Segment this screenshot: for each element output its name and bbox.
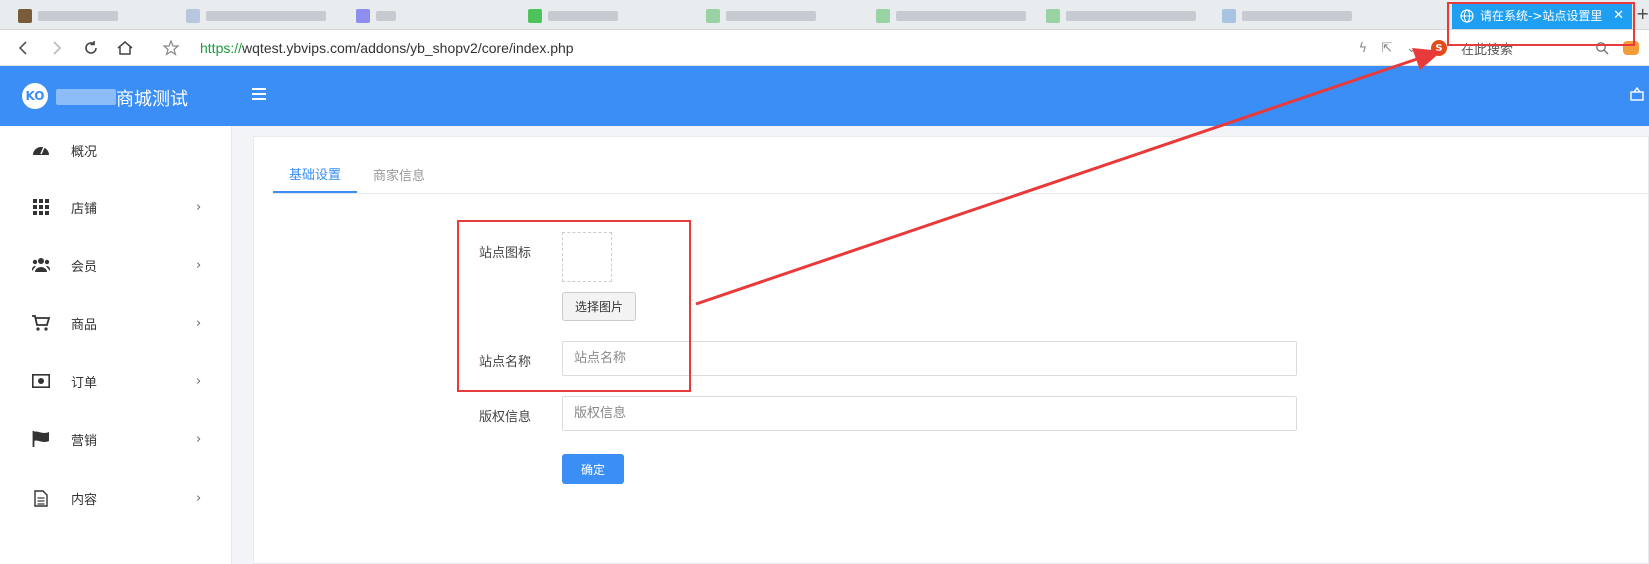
flag-icon <box>32 430 50 448</box>
tab-title-blurred <box>206 10 326 21</box>
home-button[interactable] <box>108 31 142 65</box>
tab-title-blurred <box>548 10 618 21</box>
menu-toggle-icon[interactable] <box>252 88 266 102</box>
document-icon <box>32 489 50 507</box>
reload-icon <box>85 40 97 54</box>
sidebar-item-marketing[interactable]: 营销 › <box>0 419 232 459</box>
browser-tab[interactable] <box>1036 2 1196 29</box>
address-bar: https://wqtest.ybvips.com/addons/yb_shop… <box>0 30 1649 66</box>
site-icon-preview[interactable] <box>562 232 612 282</box>
tab-favicon <box>1222 8 1236 23</box>
new-tab-icon[interactable]: + <box>1636 4 1649 23</box>
tab-title-blurred <box>38 10 118 21</box>
browser-tab-strip: 请在系统->站点设置里 ✕ + <box>0 0 1649 30</box>
search-icon[interactable] <box>1595 41 1609 55</box>
address-bar-tools: ϟ ⇱ ⌄ S 在此搜索 <box>1359 30 1649 66</box>
tab-title-blurred <box>1066 10 1196 21</box>
sidebar-item-label: 内容 <box>71 492 98 508</box>
chevron-down-icon[interactable]: ⌄ <box>1406 41 1417 56</box>
sidebar-item-label: 会员 <box>71 259 98 275</box>
tabs-divider <box>273 193 1649 194</box>
globe-icon <box>1460 8 1474 23</box>
users-icon <box>32 256 50 274</box>
sidebar-item-overview[interactable]: 概况 <box>0 130 232 170</box>
tab-title-blurred <box>376 10 396 21</box>
grid-icon <box>32 198 50 216</box>
tab-basic-settings[interactable]: 基础设置 <box>273 155 358 193</box>
star-icon <box>162 38 180 56</box>
url-path: wqtest.ybvips.com/addons/yb_shopv2/core/… <box>242 39 574 56</box>
search-engine-icon[interactable]: S <box>1431 40 1447 56</box>
url-field[interactable]: https://wqtest.ybvips.com/addons/yb_shop… <box>200 40 574 56</box>
game-icon[interactable] <box>1623 41 1639 55</box>
chevron-right-icon: › <box>196 315 202 331</box>
brand-name-blurred <box>56 89 116 105</box>
close-tab-icon[interactable]: ✕ <box>1613 8 1624 23</box>
browser-tab[interactable] <box>518 2 618 29</box>
browser-tab-active[interactable]: 请在系统->站点设置里 ✕ <box>1452 2 1632 29</box>
brand-title: 商城测试 <box>116 89 188 110</box>
chevron-right-icon: › <box>196 199 202 215</box>
sidebar-item-members[interactable]: 会员 › <box>0 245 232 285</box>
app-header: KO 商城测试 <box>0 66 1649 126</box>
chevron-right-icon: › <box>196 431 202 447</box>
tab-title-blurred <box>1242 10 1352 21</box>
tab-title-blurred <box>726 10 816 21</box>
tab-favicon <box>528 8 542 23</box>
site-name-input[interactable] <box>562 341 1297 376</box>
choose-image-button[interactable]: 选择图片 <box>562 292 636 321</box>
logo-icon: KO <box>22 83 48 109</box>
sidebar-item-orders[interactable]: 订单 › <box>0 361 232 401</box>
tab-favicon <box>18 8 32 23</box>
sidebar-item-label: 营销 <box>71 433 98 449</box>
home-icon <box>117 40 133 55</box>
browser-tab[interactable] <box>8 2 118 29</box>
site-name-label: 站点名称 <box>479 355 532 370</box>
active-tab-title: 请在系统->站点设置里 <box>1480 9 1603 23</box>
browser-search-input[interactable]: 在此搜索 <box>1461 39 1581 58</box>
site-icon-label: 站点图标 <box>479 246 532 261</box>
tab-favicon <box>706 8 720 23</box>
browser-tab[interactable] <box>346 2 396 29</box>
forward-button[interactable] <box>40 31 74 65</box>
share-icon[interactable]: ⇱ <box>1381 41 1392 56</box>
tab-favicon <box>1046 8 1060 23</box>
browser-tab[interactable] <box>1212 2 1352 29</box>
lightning-icon[interactable]: ϟ <box>1359 41 1368 56</box>
tab-merchant-info[interactable]: 商家信息 <box>357 155 441 193</box>
sidebar-item-label: 店铺 <box>71 201 98 217</box>
sidebar-item-label: 概况 <box>71 144 98 160</box>
money-icon <box>32 372 50 390</box>
browser-tab[interactable] <box>866 2 1026 29</box>
chevron-right-icon: › <box>196 373 202 389</box>
reload-button[interactable] <box>74 31 108 65</box>
browser-tab[interactable] <box>176 2 326 29</box>
browser-tab[interactable] <box>696 2 816 29</box>
sidebar-item-content[interactable]: 内容 › <box>0 478 232 518</box>
forward-arrow-icon <box>53 40 62 55</box>
cart-icon <box>32 314 50 332</box>
tab-favicon <box>186 8 200 23</box>
basket-icon[interactable] <box>1629 86 1645 102</box>
back-arrow-icon <box>18 40 27 55</box>
url-scheme: https:// <box>200 39 243 56</box>
sidebar-item-label: 订单 <box>71 375 98 391</box>
sidebar-item-products[interactable]: 商品 › <box>0 303 232 343</box>
copyright-input[interactable] <box>562 396 1297 431</box>
sidebar: 概况 店铺 › 会员 › 商品 › 订单 › 营销 › 内容 › <box>0 126 232 564</box>
sidebar-item-label: 商品 <box>71 317 98 333</box>
tab-favicon <box>876 8 890 23</box>
chevron-right-icon: › <box>196 490 202 506</box>
sidebar-item-store[interactable]: 店铺 › <box>0 187 232 227</box>
confirm-button[interactable]: 确定 <box>562 454 624 484</box>
chevron-right-icon: › <box>196 257 202 273</box>
tab-title-blurred <box>896 10 1026 21</box>
tab-favicon <box>356 8 370 23</box>
copyright-label: 版权信息 <box>479 410 532 425</box>
back-button[interactable] <box>6 31 40 65</box>
bookmark-button[interactable] <box>154 31 188 65</box>
settings-tabs: 基础设置 商家信息 <box>273 155 441 193</box>
dashboard-icon <box>32 141 50 159</box>
